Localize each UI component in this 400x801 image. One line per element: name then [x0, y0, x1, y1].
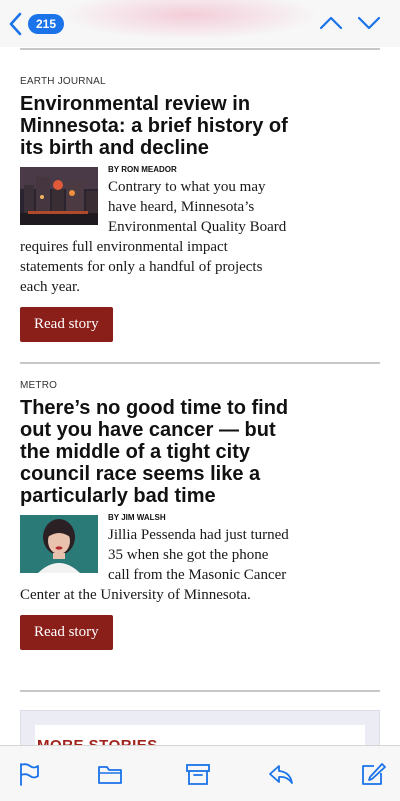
- next-message-button[interactable]: [356, 12, 382, 34]
- top-nav-bar: 215: [0, 0, 400, 47]
- unread-count-badge: 215: [28, 14, 65, 34]
- divider: [20, 48, 380, 50]
- article-kicker: METRO: [20, 380, 58, 391]
- read-story-button[interactable]: Read story: [20, 307, 113, 342]
- article-card: EARTH JOURNAL Environmental review in Mi…: [20, 76, 290, 342]
- flag-button[interactable]: [16, 762, 42, 786]
- chevron-down-icon: [357, 16, 381, 30]
- back-button[interactable]: 215: [8, 10, 68, 38]
- folder-icon: [98, 766, 122, 784]
- divider: [20, 690, 380, 692]
- reply-icon: [269, 765, 293, 784]
- header-background-tint: [60, 0, 320, 40]
- compose-button[interactable]: [360, 762, 386, 786]
- article-thumbnail-portrait[interactable]: [20, 515, 98, 573]
- bottom-toolbar: [0, 745, 400, 801]
- previous-message-button[interactable]: [318, 12, 344, 34]
- article-headline[interactable]: Environmental review in Minnesota: a bri…: [20, 93, 290, 159]
- flag-icon: [20, 763, 39, 786]
- article-thumbnail-city-night[interactable]: [20, 167, 98, 225]
- archive-icon: [186, 764, 210, 785]
- compose-icon: [362, 763, 386, 785]
- read-story-button[interactable]: Read story: [20, 615, 113, 650]
- archive-button[interactable]: [185, 762, 211, 786]
- divider: [20, 362, 380, 364]
- chevron-left-icon: [9, 12, 22, 36]
- article-card: METRO There’s no good time to find out y…: [20, 380, 290, 650]
- move-to-folder-button[interactable]: [97, 762, 123, 786]
- chevron-up-icon: [319, 16, 343, 30]
- article-kicker: EARTH JOURNAL: [20, 76, 106, 87]
- article-headline[interactable]: There’s no good time to find out you hav…: [20, 397, 290, 507]
- reply-button[interactable]: [268, 762, 294, 786]
